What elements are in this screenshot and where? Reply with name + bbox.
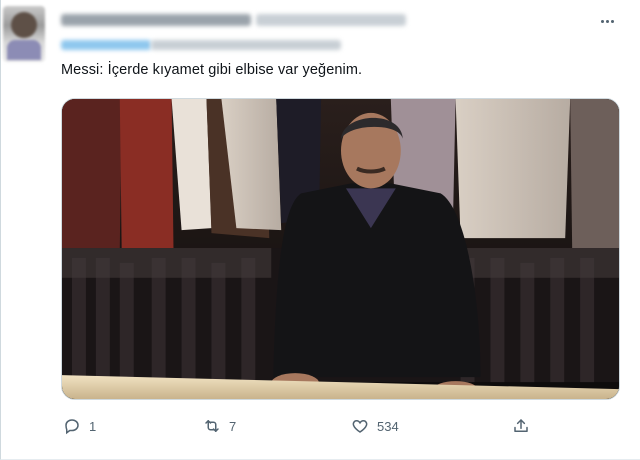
tweet-actions: 1 7 534: [61, 414, 541, 438]
reply-to-redacted[interactable]: [61, 40, 151, 50]
share-icon: [514, 419, 528, 432]
heart-icon: [352, 419, 368, 433]
tweet-media-image[interactable]: [61, 98, 620, 400]
retweet-count: 7: [229, 418, 237, 434]
reply-count: 1: [89, 418, 97, 434]
like-button[interactable]: 534: [351, 414, 399, 438]
reply-icon: [65, 419, 79, 435]
like-count: 534: [377, 418, 399, 434]
retweet-icon: [205, 420, 219, 432]
tweet-card: Messi: İçerde kıyamet gibi elbise var ye…: [0, 0, 640, 460]
reply-context-redacted: [151, 40, 341, 50]
author-handle-redacted[interactable]: [256, 14, 406, 26]
share-button[interactable]: [512, 414, 530, 438]
retweet-button[interactable]: 7: [203, 414, 236, 438]
avatar[interactable]: [3, 6, 45, 62]
author-name-redacted[interactable]: [61, 14, 251, 26]
more-horizontal-icon[interactable]: [594, 12, 620, 30]
reply-button[interactable]: 1: [63, 414, 96, 438]
tweet-text: Messi: İçerde kıyamet gibi elbise var ye…: [61, 62, 363, 78]
